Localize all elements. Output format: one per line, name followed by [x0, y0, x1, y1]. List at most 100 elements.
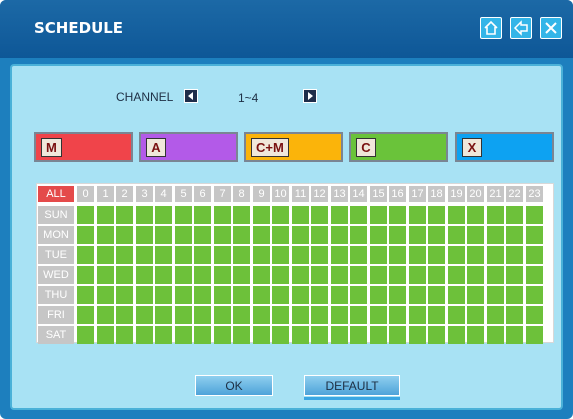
- schedule-cell[interactable]: [233, 246, 250, 264]
- schedule-cell[interactable]: [194, 306, 211, 324]
- schedule-cell[interactable]: [467, 306, 484, 324]
- schedule-cell[interactable]: [526, 246, 543, 264]
- schedule-cell[interactable]: [214, 326, 231, 344]
- schedule-cell[interactable]: [77, 306, 94, 324]
- schedule-cell[interactable]: [350, 226, 367, 244]
- schedule-cell[interactable]: [155, 266, 172, 284]
- schedule-cell[interactable]: [331, 266, 348, 284]
- schedule-cell[interactable]: [311, 226, 328, 244]
- schedule-cell[interactable]: [409, 306, 426, 324]
- schedule-cell[interactable]: [331, 286, 348, 304]
- hour-header[interactable]: 15: [370, 186, 387, 202]
- schedule-cell[interactable]: [272, 246, 289, 264]
- schedule-cell[interactable]: [526, 226, 543, 244]
- schedule-cell[interactable]: [506, 246, 523, 264]
- hour-header[interactable]: 0: [77, 186, 94, 202]
- schedule-cell[interactable]: [448, 226, 465, 244]
- schedule-cell[interactable]: [214, 286, 231, 304]
- schedule-cell[interactable]: [116, 226, 133, 244]
- schedule-cell[interactable]: [331, 306, 348, 324]
- schedule-cell[interactable]: [331, 206, 348, 224]
- ok-button[interactable]: OK: [195, 375, 273, 396]
- schedule-cell[interactable]: [350, 306, 367, 324]
- schedule-cell[interactable]: [487, 266, 504, 284]
- schedule-cell[interactable]: [389, 226, 406, 244]
- day-label[interactable]: WED: [38, 266, 74, 284]
- schedule-cell[interactable]: [155, 206, 172, 224]
- schedule-cell[interactable]: [467, 266, 484, 284]
- schedule-cell[interactable]: [155, 306, 172, 324]
- schedule-cell[interactable]: [487, 326, 504, 344]
- schedule-cell[interactable]: [136, 266, 153, 284]
- schedule-cell[interactable]: [370, 306, 387, 324]
- schedule-cell[interactable]: [487, 306, 504, 324]
- schedule-cell[interactable]: [253, 226, 270, 244]
- schedule-cell[interactable]: [506, 206, 523, 224]
- schedule-cell[interactable]: [292, 326, 309, 344]
- schedule-cell[interactable]: [175, 226, 192, 244]
- schedule-cell[interactable]: [194, 326, 211, 344]
- schedule-cell[interactable]: [214, 306, 231, 324]
- schedule-cell[interactable]: [428, 266, 445, 284]
- day-label[interactable]: FRI: [38, 306, 74, 324]
- default-button[interactable]: DEFAULT: [304, 375, 400, 396]
- schedule-cell[interactable]: [175, 306, 192, 324]
- schedule-cell[interactable]: [155, 226, 172, 244]
- schedule-cell[interactable]: [77, 226, 94, 244]
- schedule-cell[interactable]: [77, 286, 94, 304]
- schedule-cell[interactable]: [526, 266, 543, 284]
- schedule-cell[interactable]: [350, 206, 367, 224]
- schedule-cell[interactable]: [136, 306, 153, 324]
- schedule-cell[interactable]: [233, 206, 250, 224]
- schedule-cell[interactable]: [116, 326, 133, 344]
- schedule-cell[interactable]: [97, 266, 114, 284]
- day-label[interactable]: TUE: [38, 246, 74, 264]
- schedule-cell[interactable]: [214, 246, 231, 264]
- schedule-cell[interactable]: [175, 246, 192, 264]
- schedule-cell[interactable]: [292, 266, 309, 284]
- schedule-cell[interactable]: [389, 326, 406, 344]
- schedule-cell[interactable]: [428, 306, 445, 324]
- schedule-cell[interactable]: [409, 226, 426, 244]
- hour-header[interactable]: 2: [116, 186, 133, 202]
- schedule-cell[interactable]: [448, 326, 465, 344]
- back-button[interactable]: [510, 17, 532, 39]
- schedule-cell[interactable]: [506, 306, 523, 324]
- schedule-cell[interactable]: [311, 266, 328, 284]
- schedule-cell[interactable]: [506, 266, 523, 284]
- schedule-cell[interactable]: [155, 326, 172, 344]
- schedule-cell[interactable]: [370, 226, 387, 244]
- schedule-cell[interactable]: [370, 266, 387, 284]
- schedule-cell[interactable]: [311, 246, 328, 264]
- schedule-cell[interactable]: [467, 326, 484, 344]
- schedule-cell[interactable]: [370, 206, 387, 224]
- schedule-cell[interactable]: [487, 246, 504, 264]
- schedule-cell[interactable]: [448, 206, 465, 224]
- schedule-cell[interactable]: [77, 326, 94, 344]
- hour-header[interactable]: 9: [253, 186, 270, 202]
- schedule-cell[interactable]: [253, 246, 270, 264]
- schedule-cell[interactable]: [409, 286, 426, 304]
- schedule-cell[interactable]: [116, 266, 133, 284]
- schedule-cell[interactable]: [233, 226, 250, 244]
- mode-button[interactable]: C: [349, 132, 448, 162]
- hour-header[interactable]: 16: [389, 186, 406, 202]
- schedule-cell[interactable]: [77, 266, 94, 284]
- schedule-cell[interactable]: [292, 246, 309, 264]
- schedule-cell[interactable]: [467, 206, 484, 224]
- schedule-cell[interactable]: [97, 306, 114, 324]
- schedule-cell[interactable]: [175, 266, 192, 284]
- schedule-cell[interactable]: [116, 246, 133, 264]
- hour-header[interactable]: 11: [292, 186, 309, 202]
- schedule-cell[interactable]: [409, 206, 426, 224]
- mode-button[interactable]: M: [34, 132, 133, 162]
- schedule-cell[interactable]: [194, 286, 211, 304]
- schedule-cell[interactable]: [292, 306, 309, 324]
- mode-button[interactable]: A: [139, 132, 238, 162]
- schedule-cell[interactable]: [175, 206, 192, 224]
- day-label[interactable]: SAT: [38, 326, 74, 344]
- schedule-cell[interactable]: [253, 206, 270, 224]
- hour-header[interactable]: 10: [272, 186, 289, 202]
- schedule-cell[interactable]: [448, 306, 465, 324]
- hour-header[interactable]: 4: [155, 186, 172, 202]
